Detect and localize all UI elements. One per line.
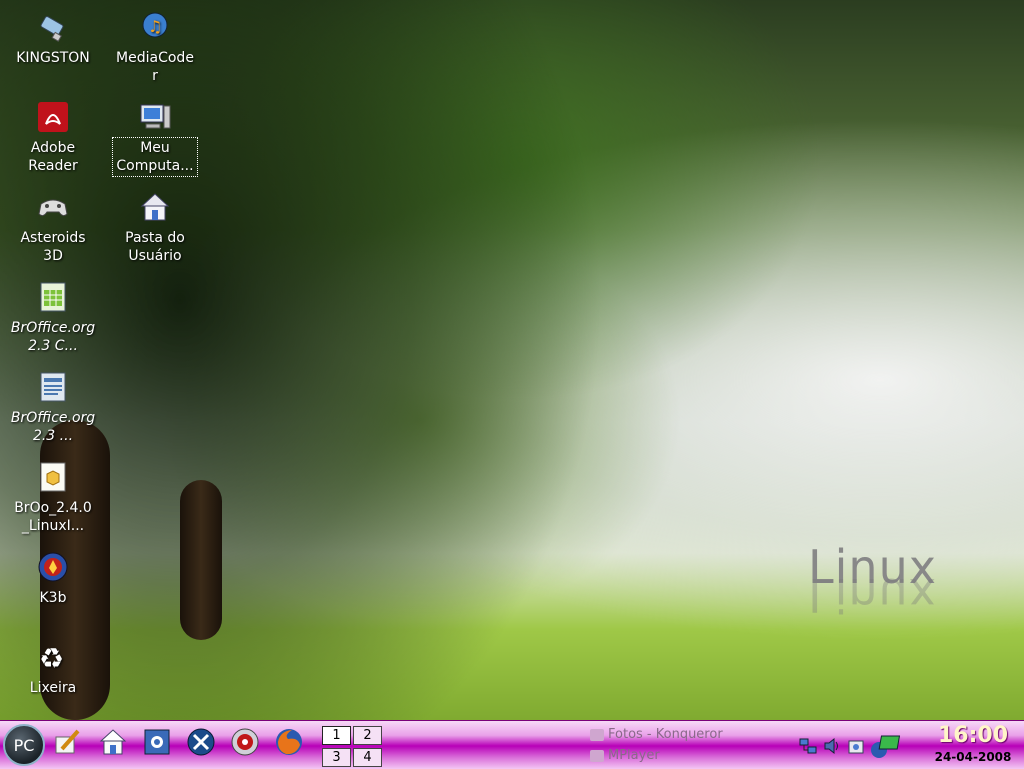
desktop-icon-kingston[interactable]: KINGSTON — [5, 10, 101, 68]
volume-icon[interactable] — [822, 736, 842, 756]
pager-desktop-4[interactable]: 4 — [353, 748, 382, 767]
adobe-reader-icon — [36, 100, 70, 134]
desktop-icon-asteroids-3d[interactable]: Asteroids 3D — [5, 190, 101, 266]
tools-icon — [186, 727, 216, 761]
task-konqueror[interactable]: Fotos - Konqueror — [590, 724, 790, 745]
spreadsheet-icon — [36, 280, 70, 314]
system-tray — [798, 731, 904, 761]
quick-launch-home[interactable] — [96, 727, 130, 761]
clock-date: 24-04-2008 — [934, 750, 1012, 764]
trash-icon: ♻ — [36, 640, 70, 674]
desktop-icon-adobe-reader[interactable]: Adobe Reader — [5, 100, 101, 176]
home-icon — [98, 727, 128, 761]
desktop-icon-broffice-calc[interactable]: BrOffice.org 2.3 C... — [5, 280, 101, 356]
quick-launch-edit[interactable] — [50, 727, 84, 761]
taskbar: PC 1 2 3 4 Fotos - Konqueror MPlayer 16:… — [0, 720, 1024, 769]
task-label: Fotos - Konqueror — [608, 727, 723, 742]
edit-icon — [52, 727, 82, 761]
home-folder-icon — [138, 190, 172, 224]
desktop-icon-label: Asteroids 3D — [20, 230, 86, 264]
desktop-icon-label: Adobe Reader — [28, 140, 78, 174]
desktop-icon-broo-package[interactable]: BrOo_2.4.0_LinuxI... — [5, 460, 101, 536]
usb-drive-icon — [36, 10, 70, 44]
mplayer-icon — [590, 749, 604, 762]
desktop-icon-label: Pasta do Usuário — [125, 230, 185, 264]
start-menu-button[interactable]: PC — [3, 724, 45, 766]
quick-launch-media[interactable] — [228, 727, 262, 761]
clock-time: 16:00 — [937, 723, 1009, 748]
task-list: Fotos - Konqueror MPlayer — [590, 724, 790, 766]
desktop-icon-label: KINGSTON — [16, 50, 90, 66]
writer-document-icon — [36, 370, 70, 404]
wallpaper-tree-trunk — [180, 480, 222, 640]
network-icon[interactable] — [798, 736, 818, 756]
task-mplayer[interactable]: MPlayer — [590, 745, 790, 766]
desktop-icon-label: Lixeira — [29, 680, 77, 696]
desktop-icon-trash[interactable]: ♻ Lixeira — [5, 640, 101, 698]
svg-text:♻: ♻ — [39, 642, 64, 674]
desktop-icon-label: BrOffice.org 2.3 ... — [10, 410, 96, 444]
gamepad-icon — [36, 190, 70, 224]
package-icon — [36, 460, 70, 494]
quick-launch-control-center[interactable] — [140, 727, 174, 761]
media-disc-icon — [230, 727, 260, 761]
desktop-icon-label: K3b — [39, 590, 67, 606]
control-center-icon — [142, 727, 172, 761]
task-label: MPlayer — [608, 748, 660, 763]
quick-launch-firefox[interactable] — [272, 727, 306, 761]
pager-desktop-1[interactable]: 1 — [322, 726, 351, 745]
desktop-icon-label: BrOo_2.4.0_LinuxI... — [14, 500, 92, 534]
camera-icon[interactable] — [846, 736, 866, 756]
pager-desktop-3[interactable]: 3 — [322, 748, 351, 767]
firefox-icon — [274, 727, 304, 761]
desktop-icon-home-folder[interactable]: Pasta do Usuário — [107, 190, 203, 266]
desktop-pager: 1 2 3 4 — [322, 724, 384, 767]
display-icon[interactable] — [870, 735, 904, 758]
computer-icon — [138, 100, 172, 134]
desktop-icon-mediacoder[interactable]: ♫ MediaCoder — [107, 10, 203, 86]
desktop-icon-broffice-writer[interactable]: BrOffice.org 2.3 ... — [5, 370, 101, 446]
k3b-icon — [36, 550, 70, 584]
desktop-icon-label: Meu Computa... — [112, 137, 198, 177]
konqueror-icon — [590, 728, 604, 741]
desktop-icon-my-computer[interactable]: Meu Computa... — [107, 100, 203, 177]
pager-desktop-2[interactable]: 2 — [353, 726, 382, 745]
clock[interactable]: 16:00 24-04-2008 — [924, 723, 1022, 765]
wallpaper-linux-logo-reflection: Linux — [808, 568, 937, 622]
mediacoder-icon: ♫ — [138, 10, 172, 44]
desktop-icon-label: MediaCoder — [116, 50, 194, 84]
svg-text:♫: ♫ — [148, 17, 162, 36]
desktop-icon-label: BrOffice.org 2.3 C... — [10, 320, 96, 354]
quick-launch-tools[interactable] — [184, 727, 218, 761]
desktop-icon-k3b[interactable]: K3b — [5, 550, 101, 608]
